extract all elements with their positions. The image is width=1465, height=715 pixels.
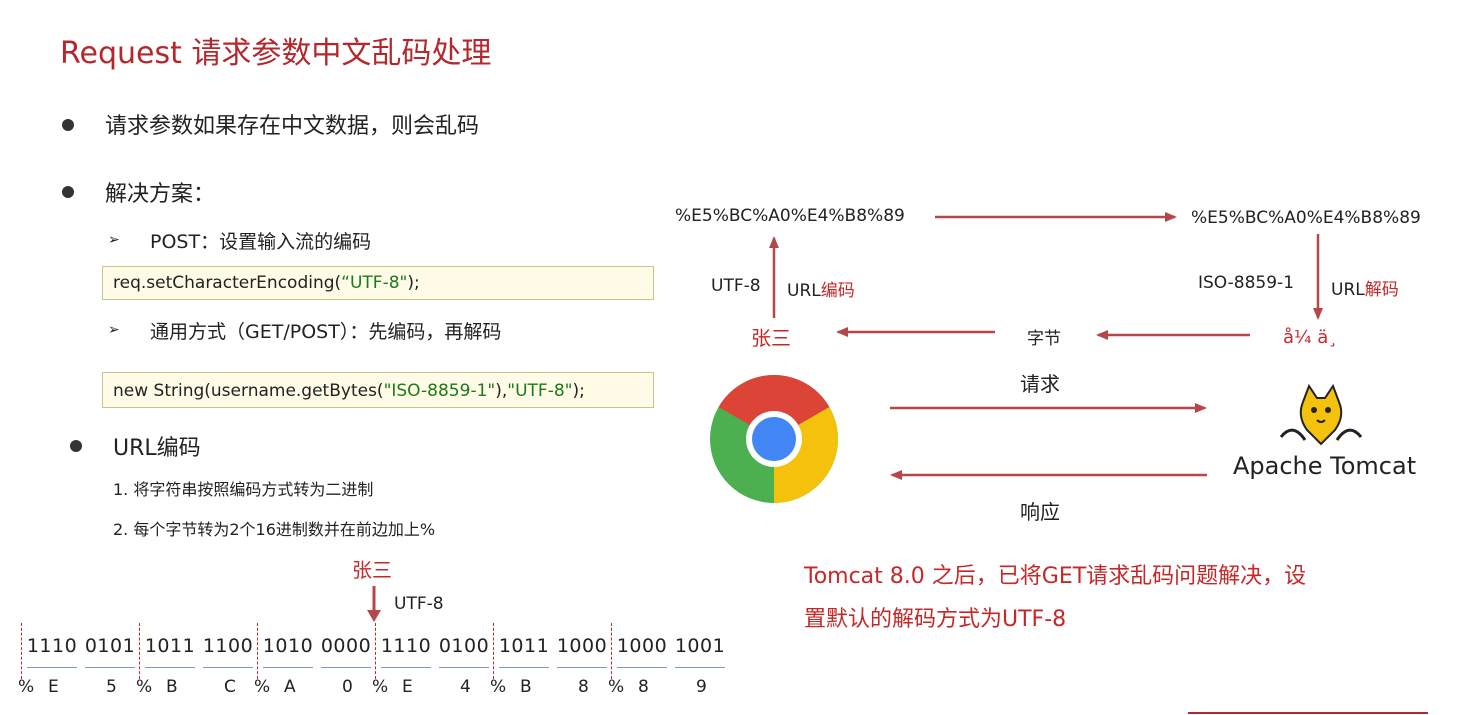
response-label: 响应 bbox=[1020, 500, 1060, 524]
garbled-text: å¼ ä¸ bbox=[1283, 327, 1338, 348]
url-decode-label: URL解码 bbox=[1331, 280, 1399, 300]
chrome-logo-icon bbox=[710, 375, 838, 503]
note-line-1: Tomcat 8.0 之后，已将GET请求乱码问题解决，设 bbox=[804, 564, 1307, 589]
request-label: 请求 bbox=[1020, 372, 1060, 396]
iso-label: ISO-8859-1 bbox=[1198, 273, 1295, 293]
server-name: Apache Tomcat bbox=[1233, 452, 1417, 480]
utf8-label: UTF-8 bbox=[711, 276, 761, 296]
decoded-name: 张三 bbox=[751, 326, 791, 350]
tomcat-logo-icon bbox=[1279, 383, 1363, 446]
divider-line bbox=[1188, 712, 1428, 714]
note-line-2: 置默认的解码方式为UTF-8 bbox=[804, 607, 1067, 632]
flow-arrows bbox=[769, 212, 1323, 480]
bytes-label: 字节 bbox=[1027, 329, 1061, 349]
url-encode-label: URL编码 bbox=[787, 281, 855, 301]
